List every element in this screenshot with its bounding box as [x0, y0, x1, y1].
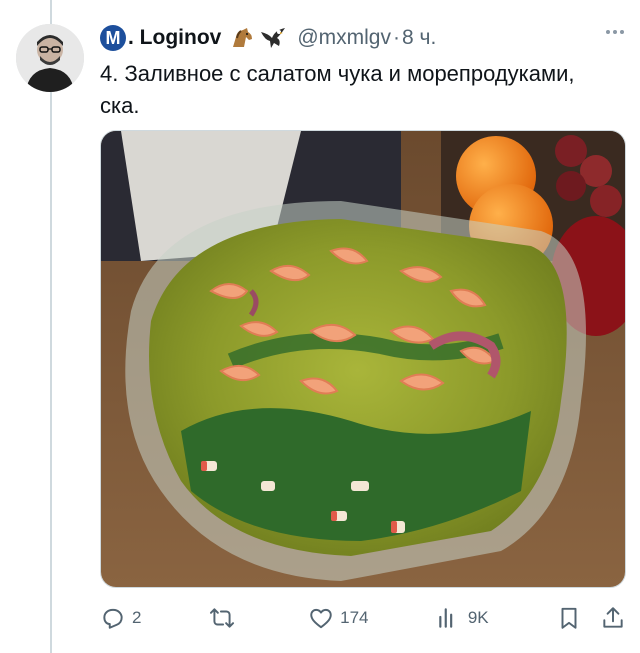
share-icon: [603, 607, 623, 628]
avatar[interactable]: [16, 24, 84, 92]
thread-line: [50, 0, 52, 653]
reply-icon: [103, 608, 123, 629]
name-badge: M: [100, 25, 126, 51]
tweet-photo[interactable]: [100, 130, 626, 588]
action-group-right: [556, 605, 626, 631]
eagle-icon: [261, 28, 286, 48]
avatar-image: [16, 24, 84, 92]
bookmark-icon: [561, 607, 577, 629]
user-handle[interactable]: @mxmlgv: [297, 26, 391, 50]
reply-count: 2: [132, 608, 142, 627]
views-icon: [439, 608, 453, 628]
retweet-icon: [209, 608, 234, 628]
reply-button[interactable]: 2: [100, 605, 141, 631]
display-name[interactable]: . Loginov: [128, 26, 221, 50]
like-button[interactable]: 174: [308, 605, 369, 631]
like-count: 174: [340, 608, 369, 627]
separator-dot: ·: [392, 26, 400, 49]
tweet-text: 4. Заливное с салатом чука и морепродука…: [100, 61, 575, 118]
name-emojis: [229, 26, 287, 50]
tweet-actions: 2 174 9K: [100, 600, 626, 636]
tweet-header: M . Loginov @mxmlgv · 8 ч.: [100, 22, 624, 54]
views-button[interactable]: 9K: [436, 605, 489, 631]
bookmark-button[interactable]: [556, 605, 582, 631]
photo-image: [101, 131, 625, 587]
retweet-button[interactable]: [209, 605, 241, 631]
timestamp[interactable]: 8 ч.: [402, 26, 436, 50]
more-icon[interactable]: [606, 30, 624, 34]
share-button[interactable]: [600, 605, 626, 631]
horse-icon: [233, 28, 253, 47]
views-count: 9K: [467, 608, 489, 627]
heart-icon: [310, 608, 332, 629]
